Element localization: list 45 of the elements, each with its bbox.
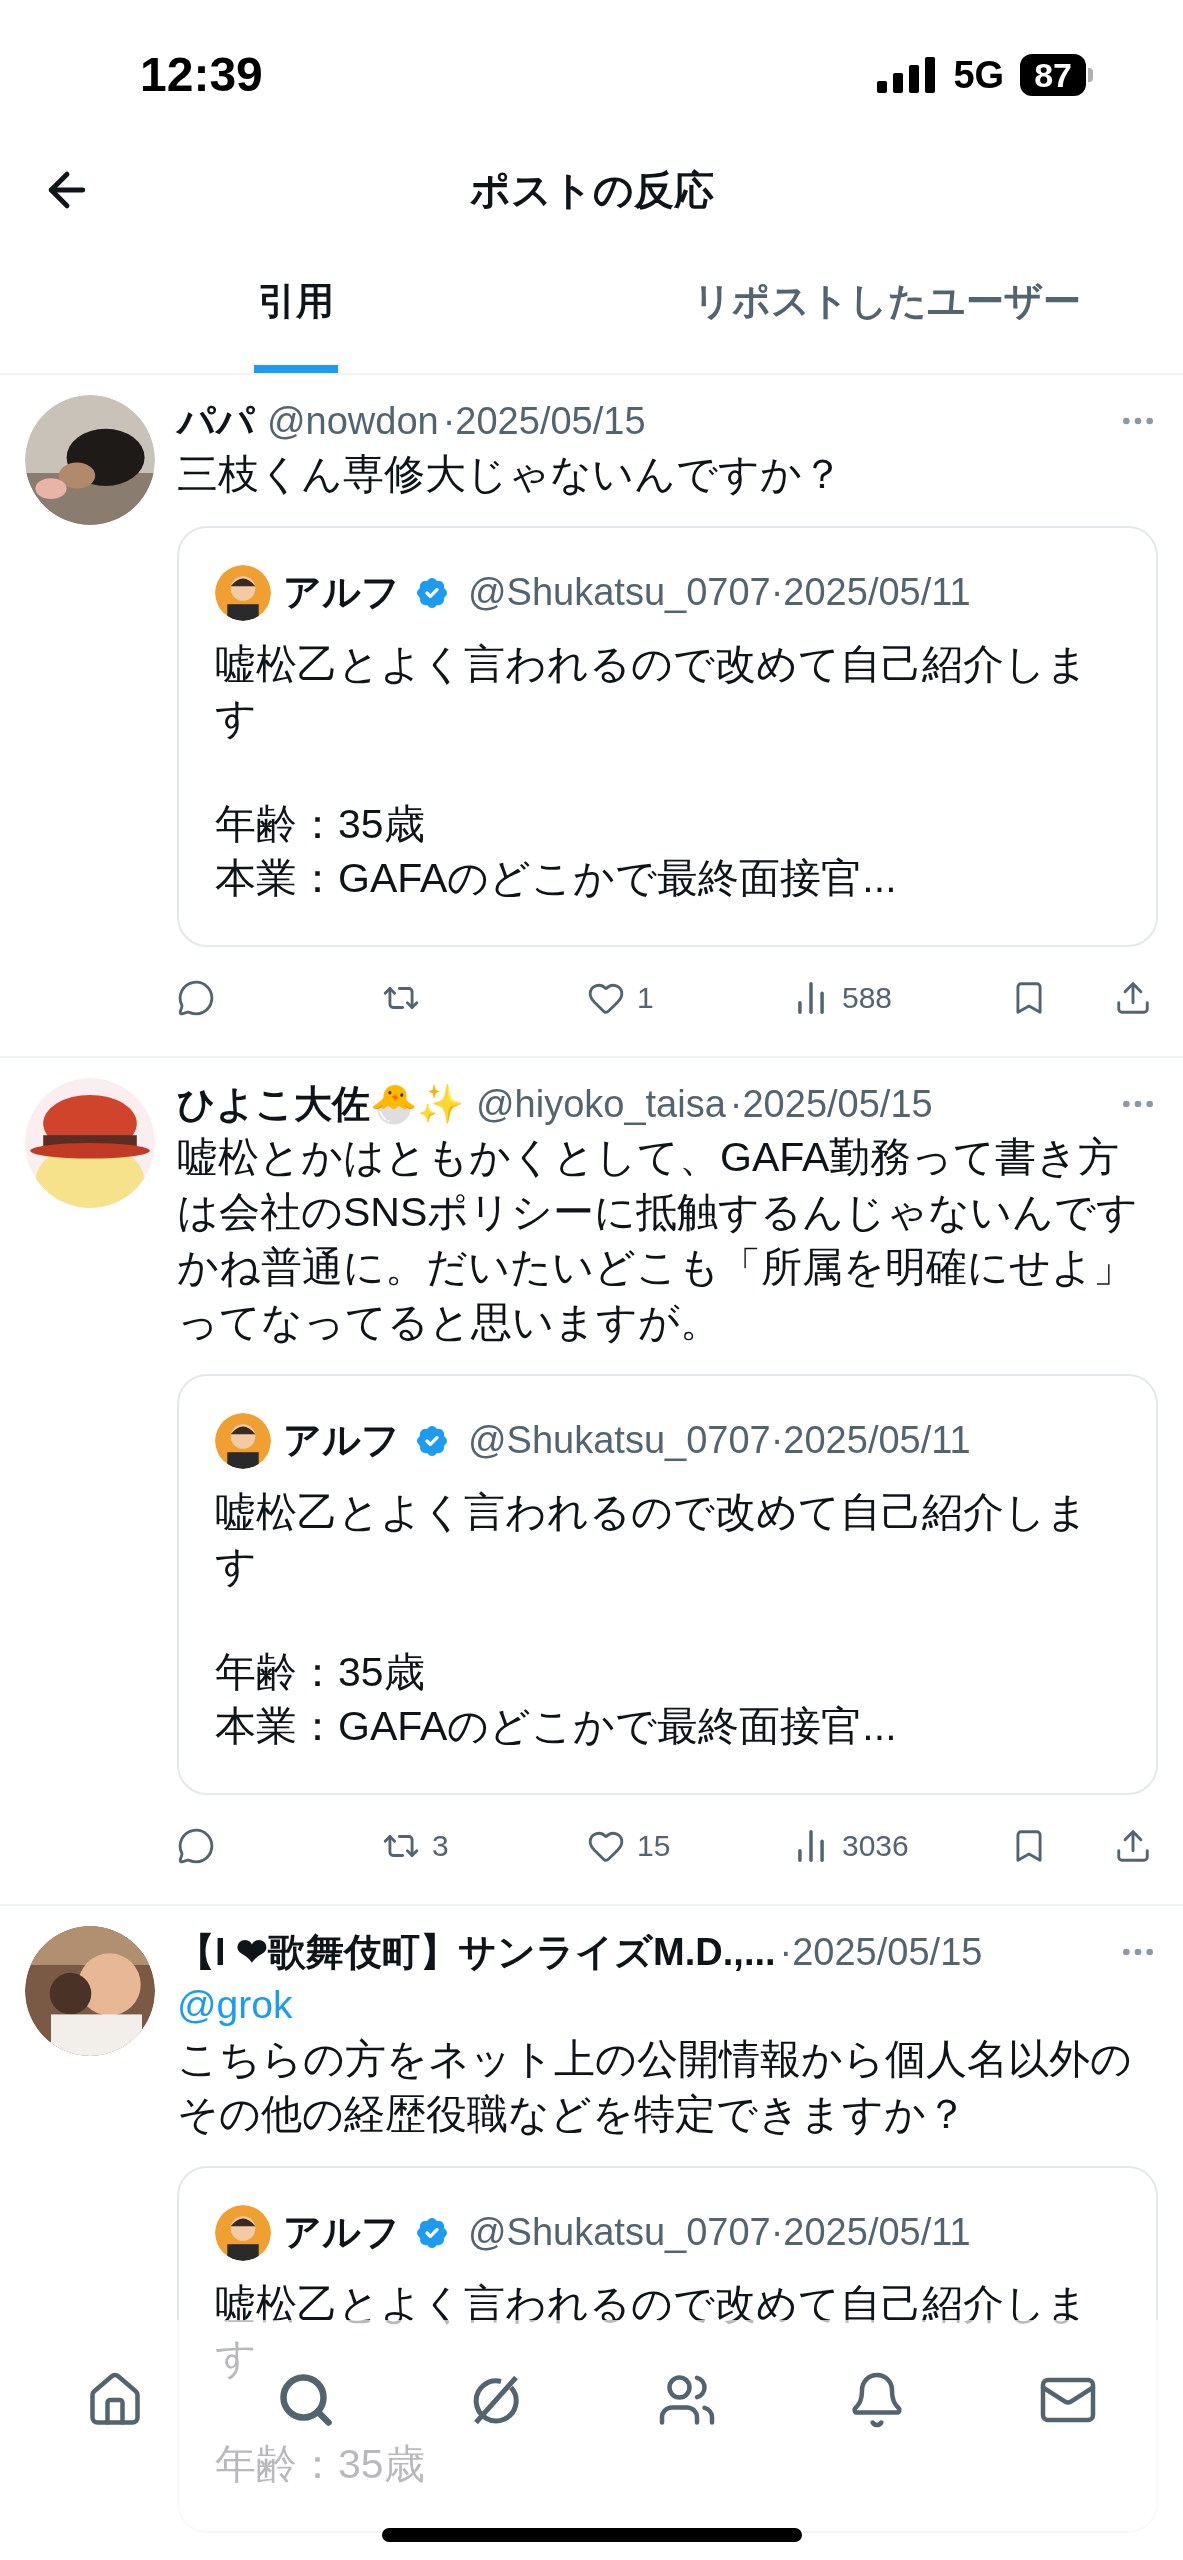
quoted-author-name: アルフ	[283, 2210, 400, 2255]
quoted-post-text: 嘘松乙とよく言われるので改めて自己紹介します	[215, 1488, 1089, 1591]
quoted-author-handle: @Shukatsu_0707	[468, 2210, 771, 2255]
author-name: パパ	[177, 399, 255, 444]
quoted-post-text: 年齢：35歳	[215, 1648, 426, 1697]
author-handle: @nowdon	[267, 399, 439, 444]
author-handle: @hiyoko_taisa	[476, 1082, 726, 1127]
quoted-author-handle: @Shukatsu_0707	[468, 570, 771, 615]
post-text: 三枝くん専修大じゃないんですか？	[177, 450, 844, 499]
battery-level: 87	[1020, 54, 1086, 96]
status-time: 12:39	[140, 47, 263, 103]
post-text: こちらの方をネット上の公開情報から個人名以外のその他の経歴役職などを特定できますか？	[177, 2035, 1133, 2139]
post-date: ·2025/05/15	[779, 1930, 983, 1975]
author-name: 【I ❤歌舞伎町】サンライズM.D.,...	[177, 1930, 776, 1975]
quoted-post-card[interactable]: アルフ @Shukatsu_0707·2025/05/11 嘘松乙とよく言われるので改めて自己紹介します 年齢：35歳 本業：GAFAのどこかで最終面接官...	[177, 1374, 1158, 1795]
quoted-post-text: 嘘松乙とよく言われるので改めて自己紹介します	[215, 640, 1089, 743]
quoted-post-text: 年齢：35歳	[215, 800, 426, 849]
quoted-author-name: アルフ	[283, 570, 400, 615]
action-count: 3036	[842, 1828, 909, 1864]
battery-cap-icon	[1088, 68, 1093, 82]
post-text: 嘘松とかはともかくとして、GAFA勤務って書き方は会社のSNSポリシーに抵触するんじゃないんですかね普通に。だいたいどこも「所属を明確にせよ」ってなってると思いますが。	[177, 1133, 1140, 1347]
quoted-post-card[interactable]: アルフ @Shukatsu_0707·2025/05/11 嘘松乙とよく言われるので改めて自己紹介します 年齢：35歳 本業：GAFAのどこかで最終面接官...	[177, 526, 1158, 947]
action-count: 1	[637, 980, 654, 1016]
action-count: 15	[637, 1828, 671, 1864]
quoted-author-name: アルフ	[283, 1418, 400, 1463]
tab[interactable]: 引用	[253, 230, 338, 373]
quoted-author-handle: @Shukatsu_0707	[468, 1418, 771, 1463]
quoted-post-text: 本業：GAFAのどこかで最終面接官...	[215, 1702, 898, 1751]
reply-icon[interactable]	[177, 978, 215, 1017]
signal-icon	[877, 57, 938, 93]
post-date: ·2025/05/15	[442, 399, 646, 444]
action-count: 3	[432, 1828, 449, 1864]
action-count: 588	[842, 980, 893, 1016]
page-title: ポストの反応	[469, 167, 714, 214]
quoted-post-date: ·2025/05/11	[770, 2210, 971, 2255]
quoted-post-date: ·2025/05/11	[770, 570, 971, 615]
quoted-post-text: 嘘松乙とよく言われるので改めて自己紹介します	[215, 2280, 1089, 2383]
quoted-post-text: 本業：GAFAのどこかで最終面接官...	[215, 854, 898, 903]
reply-icon[interactable]	[177, 1826, 215, 1865]
tab[interactable]: リポストしたユーザー	[689, 230, 1086, 373]
network-label: 5G	[953, 52, 1005, 98]
quoted-post-date: ·2025/05/11	[770, 1418, 971, 1463]
post-date: ·2025/05/15	[729, 1082, 933, 1127]
author-name: ひよこ大佐🐣✨	[177, 1082, 464, 1127]
quoted-post-text: 年齢：35歳	[215, 2440, 426, 2489]
